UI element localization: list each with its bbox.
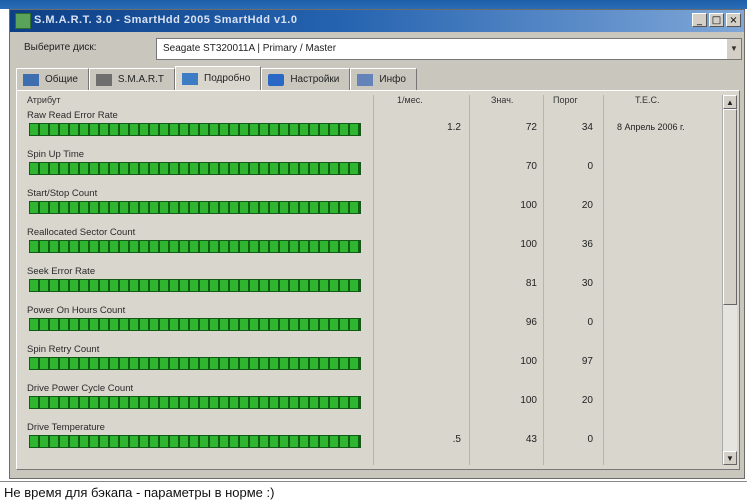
tec-cell: 8 Апрель 2006 г. (617, 122, 685, 132)
vertical-scrollbar[interactable]: ▲ ▼ (722, 95, 737, 465)
per-month-cell: .5 (452, 434, 461, 445)
value-cell: 72 (525, 122, 537, 133)
figure-caption: Не время для бэкапа - параметры в норме … (0, 481, 747, 503)
top-strip (0, 0, 747, 9)
attribute-name: Spin Retry Count (27, 344, 100, 355)
table-row[interactable]: Spin Retry Count 100 97 (21, 343, 721, 380)
disk-dropdown[interactable]: Seagate ST320011A | Primary / Master ▼ (156, 38, 742, 60)
details-icon (182, 72, 199, 85)
attribute-name: Spin Up Time (27, 149, 85, 160)
threshold-cell: 0 (587, 317, 593, 328)
drive-icon (23, 73, 39, 86)
health-bar (29, 162, 361, 175)
settings-icon (268, 73, 285, 86)
table-row[interactable]: Drive Power Cycle Count 100 20 (21, 382, 721, 419)
health-bar (29, 435, 361, 448)
value-cell: 100 (520, 200, 537, 211)
title-bar: S.M.A.R.T. 3.0 - SmartHdd 2005 SmartHdd … (10, 10, 744, 32)
app-icon (15, 13, 31, 29)
tab-label: Общие (45, 74, 78, 85)
table-row[interactable]: Power On Hours Count 96 0 (21, 304, 721, 341)
attribute-name: Seek Error Rate (27, 266, 96, 277)
attribute-name: Start/Stop Count (27, 188, 98, 199)
table-row[interactable]: Reallocated Sector Count 100 36 (21, 226, 721, 263)
tab-bar: Общие S.M.A.R.T Подробно Настройки Инфо (16, 66, 742, 90)
close-button[interactable]: × (726, 13, 741, 27)
tab-label: Настройки (290, 74, 340, 85)
table-row[interactable]: Start/Stop Count 100 20 (21, 187, 721, 224)
table-row[interactable]: Raw Read Error Rate 1.2 72 34 8 Апрель 2… (21, 109, 721, 146)
tab-label: S.M.A.R.T (117, 74, 165, 85)
attribute-name: Reallocated Sector Count (27, 227, 136, 238)
tab-settings[interactable]: Настройки (261, 68, 351, 90)
health-bar (29, 357, 361, 370)
threshold-cell: 20 (581, 200, 593, 211)
chevron-down-icon[interactable]: ▼ (727, 39, 741, 59)
value-cell: 70 (525, 161, 537, 172)
tab-general[interactable]: Общие (16, 68, 89, 90)
attribute-name: Drive Power Cycle Count (27, 383, 134, 394)
scroll-thumb[interactable] (723, 109, 737, 305)
health-bar (29, 318, 361, 331)
attribute-name: Power On Hours Count (27, 305, 126, 316)
per-month-cell: 1.2 (447, 122, 461, 133)
value-cell: 43 (525, 434, 537, 445)
health-bar (29, 240, 361, 253)
health-bar (29, 201, 361, 214)
threshold-cell: 20 (581, 395, 593, 406)
tab-info[interactable]: Инфо (350, 68, 417, 90)
threshold-cell: 36 (581, 239, 593, 250)
tab-label: Подробно (204, 73, 251, 84)
window-controls: _ □ × (692, 13, 741, 27)
disk-dropdown-value: Seagate ST320011A | Primary / Master (163, 43, 337, 54)
scroll-down-icon[interactable]: ▼ (723, 451, 737, 465)
info-icon (357, 73, 374, 86)
health-bar (29, 123, 361, 136)
threshold-cell: 97 (581, 356, 593, 367)
value-cell: 81 (525, 278, 537, 289)
attribute-name: Raw Read Error Rate (27, 110, 118, 121)
value-cell: 100 (520, 395, 537, 406)
health-bar (29, 396, 361, 409)
app-window: S.M.A.R.T. 3.0 - SmartHdd 2005 SmartHdd … (9, 9, 745, 479)
table-row[interactable]: Drive Temperature .5 43 0 (21, 421, 721, 458)
caption-text: Не время для бэкапа - параметры в норме … (4, 485, 275, 500)
tab-details[interactable]: Подробно (175, 66, 262, 90)
attribute-name: Drive Temperature (27, 422, 105, 433)
window-title: S.M.A.R.T. 3.0 - SmartHdd 2005 SmartHdd … (34, 14, 298, 26)
minimize-button[interactable]: _ (692, 13, 707, 27)
disk-label: Выберите диск: (24, 42, 97, 53)
scroll-up-icon[interactable]: ▲ (723, 95, 737, 109)
threshold-cell: 34 (581, 122, 593, 133)
value-cell: 96 (525, 317, 537, 328)
tab-smart[interactable]: S.M.A.R.T (88, 68, 176, 90)
maximize-button[interactable]: □ (709, 13, 724, 27)
details-panel: Атрибут 1/мес. Знач. Порог T.E.C. Raw Re… (16, 90, 740, 470)
value-cell: 100 (520, 356, 537, 367)
health-bar (29, 279, 361, 292)
threshold-cell: 30 (581, 278, 593, 289)
smart-icon (95, 73, 112, 86)
attributes-table: Атрибут 1/мес. Знач. Порог T.E.C. Raw Re… (21, 95, 721, 465)
value-cell: 100 (520, 239, 537, 250)
table-row[interactable]: Spin Up Time 70 0 (21, 148, 721, 185)
threshold-cell: 0 (587, 161, 593, 172)
table-row[interactable]: Seek Error Rate 81 30 (21, 265, 721, 302)
threshold-cell: 0 (587, 434, 593, 445)
tab-label: Инфо (379, 74, 406, 85)
disk-selector-row: Выберите диск: Seagate ST320011A | Prima… (10, 34, 744, 64)
